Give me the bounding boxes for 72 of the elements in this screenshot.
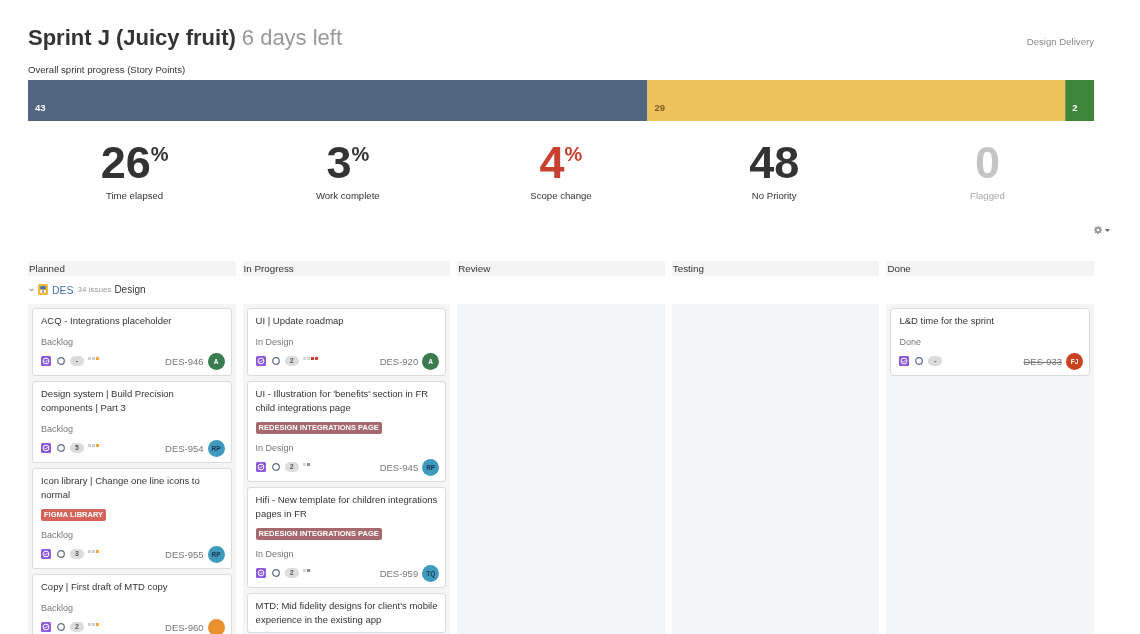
column-header: Testing: [671, 261, 880, 276]
issue-status: Backlog: [41, 423, 75, 436]
ring-icon: [271, 357, 280, 365]
issue-key[interactable]: DES-955: [165, 548, 204, 560]
issue-key[interactable]: DES-959: [379, 567, 419, 579]
stat-value: 3$^{%}$: [326, 140, 370, 186]
stat-value: 48: [749, 140, 800, 186]
issue-status: Done: [899, 336, 922, 349]
issue-status: In Design: [255, 442, 295, 455]
issue-status: Backlog: [41, 529, 75, 542]
issue-title: MTD: Mid fidelity designs for client's mobile experience in the existing app: [255, 599, 439, 627]
issue-key[interactable]: DES-946: [165, 355, 204, 367]
column-header: Review: [457, 261, 665, 276]
stat-value: 0: [974, 140, 1000, 186]
board-name: Design Delivery: [1026, 36, 1094, 47]
ring-icon: [271, 463, 280, 471]
story-check-icon: [255, 356, 266, 366]
ring-icon: [915, 357, 924, 365]
ring-icon: [271, 569, 280, 577]
column-header: In Progress: [242, 261, 451, 276]
ring-icon: [57, 357, 65, 365]
issue-title: Copy | First draft of MTD copy: [41, 580, 169, 594]
project-name: Design: [114, 284, 146, 295]
issue-key[interactable]: DES-945: [379, 461, 419, 473]
column-header: Planned: [28, 261, 236, 276]
issue-title: UI | Update roadmap: [255, 314, 345, 328]
ring-icon: [57, 444, 65, 452]
project-key[interactable]: DES: [52, 283, 74, 296]
story-check-icon: [899, 356, 910, 366]
story-check-icon: [255, 568, 266, 578]
issue-key[interactable]: DES-933: [1023, 355, 1062, 367]
stat-label: Time elapsed: [105, 190, 164, 202]
stat-label: No Priority: [751, 190, 797, 202]
data-label: 2: [1072, 102, 1078, 113]
caret-icon: [1105, 228, 1110, 232]
issue-title: Hifi - New template for children integrations pages in FR: [255, 493, 439, 521]
stat-value: 26$^{%}$: [100, 140, 169, 186]
data-label: 29: [654, 102, 665, 113]
column-header: Done: [886, 261, 1094, 276]
stat-label: Work complete: [315, 190, 380, 202]
settings-icon: [1094, 226, 1102, 234]
chart-title: Overall sprint progress (Story Points): [28, 64, 186, 76]
settings-menu-button[interactable]: [1093, 224, 1111, 236]
issue-title: ACQ - Integrations placeholder: [41, 314, 173, 328]
project-icon: [38, 284, 48, 295]
story-check-icon: [41, 549, 51, 559]
issue-key[interactable]: DES-960: [165, 621, 204, 633]
story-check-icon: [41, 443, 51, 453]
ring-icon: [57, 623, 65, 631]
issue-count: 34 issues: [77, 285, 112, 294]
issue-status: In Design: [255, 548, 295, 561]
story-check-icon: [41, 356, 51, 366]
issue-key[interactable]: DES-954: [165, 442, 204, 454]
issue-title: UI - Illustration for 'benefits' section in FR child integrations page: [255, 387, 430, 415]
issue-status: Backlog: [41, 336, 75, 349]
issue-card[interactable]: MTD: Mid fidelity designs for client's mobile experience in the existing app: [246, 593, 447, 633]
issue-status: Backlog: [41, 602, 75, 615]
story-check-icon: [41, 622, 51, 632]
stat-label: Scope change: [530, 190, 592, 202]
issue-title: Design system | Build Precision components | Part 3: [41, 387, 175, 415]
issue-title: Icon library | Change one line icons to normal: [41, 474, 201, 502]
data-label: 43: [35, 102, 46, 113]
stat-value: 4$^{%}$: [539, 140, 583, 186]
issue-title: L&D time for the sprint: [899, 314, 995, 328]
sprint-title: Sprint J (Juicy fruit): [28, 25, 236, 51]
story-check-icon: [255, 462, 266, 472]
issue-key[interactable]: DES-920: [379, 355, 419, 367]
ring-icon: [57, 550, 65, 558]
days-remaining: 6 days left: [241, 25, 343, 51]
issue-status: In Design: [255, 336, 295, 349]
chevron-icon[interactable]: [29, 287, 34, 292]
stat-label: Flagged: [970, 190, 1005, 202]
